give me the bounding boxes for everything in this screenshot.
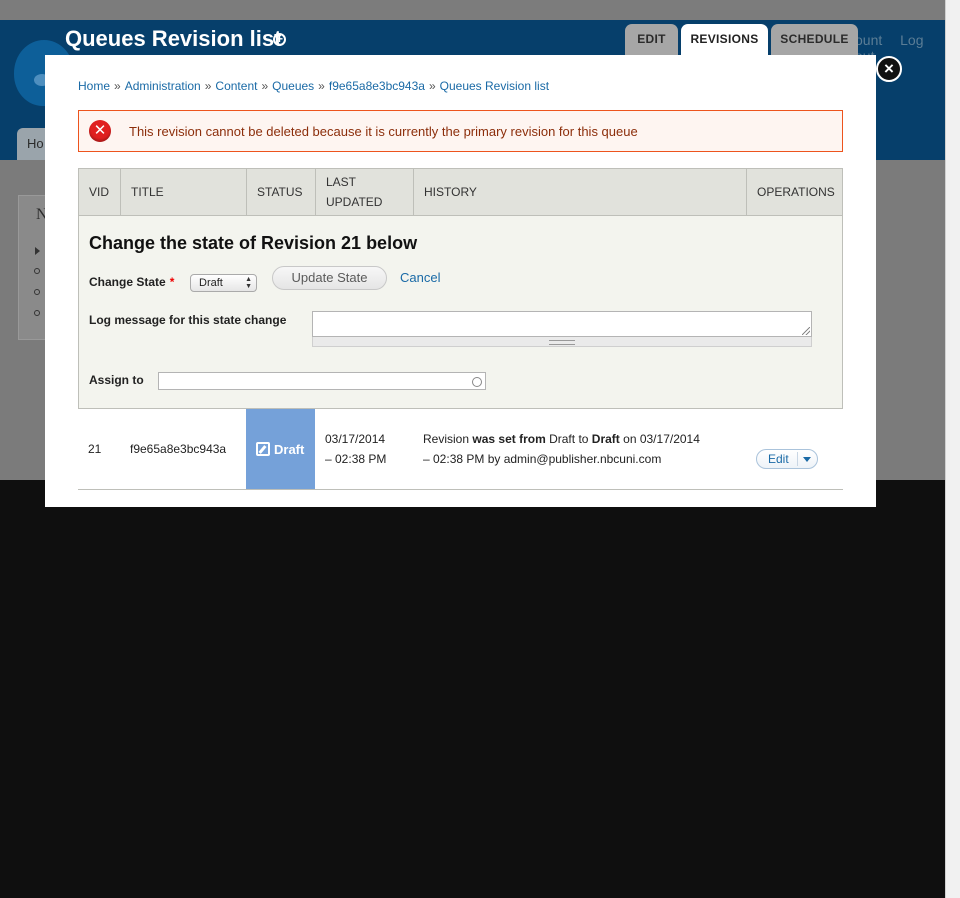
bullet-icon: [34, 289, 40, 295]
status-label: Draft: [274, 441, 305, 457]
error-icon: ✕: [89, 120, 111, 142]
error-message: This revision cannot be deleted because …: [129, 124, 638, 139]
dimmed-backdrop: [0, 480, 945, 898]
column-header-status[interactable]: STATUS: [247, 169, 316, 215]
tab-revisions[interactable]: REVISIONS: [681, 24, 768, 56]
log-message-label: Log message for this state change: [89, 313, 287, 327]
cell-status: Draft: [246, 409, 315, 489]
cancel-link[interactable]: Cancel: [400, 270, 440, 285]
table-row: 21 f9e65a8e3bc943a Draft 03/17/2014 – 02…: [78, 409, 843, 490]
update-state-button[interactable]: Update State: [272, 266, 387, 290]
history-text: Revision was set from Draft to Draft on …: [423, 429, 700, 469]
bullet-icon: [34, 310, 40, 316]
breadcrumb-content[interactable]: Content: [215, 79, 257, 93]
change-state-heading: Change the state of Revision 21 below: [89, 233, 418, 253]
history-word: to: [578, 432, 589, 446]
last-updated-time: – 02:38 PM: [325, 452, 387, 466]
page-title: Queues Revision list: [65, 26, 282, 51]
history-word: Draft: [549, 432, 576, 446]
state-select-value: Draft: [199, 277, 223, 289]
column-header-history: HISTORY: [414, 169, 747, 215]
assign-to-input[interactable]: [158, 372, 486, 390]
edit-icon: [256, 442, 270, 456]
browser-top-strip: [0, 0, 945, 20]
breadcrumb-separator: »: [204, 79, 212, 93]
breadcrumb-administration[interactable]: Administration: [125, 79, 201, 93]
tab-schedule[interactable]: SCHEDULE: [771, 24, 858, 56]
error-message-box: ✕ This revision cannot be deleted becaus…: [78, 110, 843, 152]
last-updated-date: 03/17/2014: [325, 432, 386, 446]
history-word: Revision: [423, 432, 470, 446]
edit-button[interactable]: Edit: [768, 452, 789, 466]
tab-edit[interactable]: EDIT: [625, 24, 678, 56]
breadcrumb-separator: »: [261, 79, 269, 93]
edit-dropbutton[interactable]: Edit: [756, 449, 818, 469]
assign-to-label: Assign to: [89, 373, 144, 387]
history-word-bold: was set from: [472, 432, 546, 446]
breadcrumb: Home» Administration» Content» Queues» f9e65…: [78, 79, 549, 93]
cell-last-updated: 03/17/2014 – 02:38 PM: [315, 409, 413, 489]
breadcrumb-separator: »: [318, 79, 325, 93]
breadcrumb-separator: »: [114, 79, 121, 93]
history-word: on 03/17/2014: [623, 432, 700, 446]
cell-vid: 21: [88, 442, 102, 456]
change-state-form: Change the state of Revision 21 below Ch…: [78, 216, 843, 409]
dropbutton-divider: [797, 452, 798, 466]
cell-title: f9e65a8e3bc943a: [130, 442, 227, 456]
close-icon[interactable]: ×: [876, 56, 902, 82]
breadcrumb-revision-list[interactable]: Queues Revision list: [440, 79, 549, 93]
history-word-bold: Draft: [591, 432, 620, 446]
select-arrows-icon: ▲ ▼: [245, 276, 252, 290]
my-account-link[interactable]: ount: [855, 32, 882, 48]
table-header: VID TITLE STATUS LAST UPDATED HISTORY OP…: [78, 168, 843, 216]
resize-handle-icon[interactable]: [802, 327, 810, 335]
breadcrumb-queues[interactable]: Queues: [272, 79, 314, 93]
change-state-label-text: Change State: [89, 275, 166, 289]
history-line-2: – 02:38 PM by admin@publisher.nbcuni.com: [423, 452, 662, 466]
state-select[interactable]: Draft ▲ ▼: [190, 274, 257, 292]
column-header-operations: OPERATIONS: [757, 185, 835, 199]
bullet-icon: [34, 268, 40, 274]
scrollbar[interactable]: [945, 0, 960, 898]
breadcrumb-home[interactable]: Home: [78, 79, 110, 93]
revisions-table: VID TITLE STATUS LAST UPDATED HISTORY OP…: [78, 168, 843, 490]
required-marker: *: [169, 275, 175, 289]
plus-circle-icon[interactable]: +: [273, 33, 286, 46]
cell-history: Revision was set from Draft to Draft on …: [413, 409, 746, 489]
breadcrumb-queue-item[interactable]: f9e65a8e3bc943a: [329, 79, 425, 93]
column-header-vid[interactable]: VID: [79, 169, 121, 215]
log-message-textarea[interactable]: [312, 311, 812, 337]
change-state-label: Change State *: [89, 275, 174, 289]
autocomplete-throbber-icon: [472, 377, 482, 387]
column-header-title[interactable]: TITLE: [121, 169, 247, 215]
textarea-grippie[interactable]: [312, 337, 812, 347]
column-header-last-updated[interactable]: LAST UPDATED: [316, 169, 414, 215]
collapse-arrow-icon: [35, 247, 40, 255]
revisions-modal: Home» Administration» Content» Queues» f9e65…: [45, 55, 876, 507]
chevron-down-icon[interactable]: [803, 457, 811, 462]
home-tab-label: Ho: [27, 136, 44, 151]
breadcrumb-separator: »: [428, 79, 436, 93]
